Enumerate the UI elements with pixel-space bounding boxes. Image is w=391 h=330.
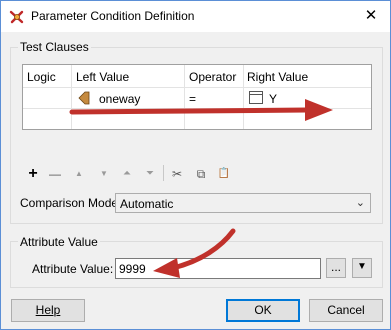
dialog-window: Parameter Condition Definition ✕ Test Cl… bbox=[0, 0, 391, 330]
remove-clause-icon[interactable]: — bbox=[47, 167, 63, 181]
ok-button[interactable]: OK bbox=[226, 299, 300, 322]
move-down-icon[interactable]: ▼ bbox=[96, 167, 112, 181]
annotation-arrow-down bbox=[153, 228, 236, 278]
ellipsis-button[interactable]: ... bbox=[326, 258, 346, 278]
comparison-mode-select[interactable]: Automatic ⌄ bbox=[115, 193, 371, 213]
help-button[interactable]: Help bbox=[11, 299, 85, 322]
annotation-arrow-right bbox=[69, 99, 333, 121]
cut-icon[interactable]: ✂ bbox=[169, 167, 185, 181]
window-title: Parameter Condition Definition bbox=[31, 9, 195, 23]
comparison-mode-label: Comparison Mode: bbox=[20, 196, 122, 210]
column-header-right-value[interactable]: Right Value bbox=[247, 70, 308, 84]
attribute-value-label: Attribute Value: bbox=[32, 262, 114, 276]
move-top-icon[interactable]: ⏶ bbox=[119, 167, 135, 181]
column-header-logic[interactable]: Logic bbox=[27, 70, 56, 84]
comparison-mode-value: Automatic bbox=[120, 197, 174, 211]
column-header-operator[interactable]: Operator bbox=[189, 70, 236, 84]
chevron-down-icon: ⌄ bbox=[355, 197, 365, 209]
toolbar-separator bbox=[163, 165, 164, 181]
column-header-left-value[interactable]: Left Value bbox=[76, 70, 129, 84]
copy-icon[interactable]: ⧉ bbox=[193, 167, 209, 181]
header-divider bbox=[23, 87, 371, 88]
fme-app-icon bbox=[9, 10, 24, 24]
cancel-button[interactable]: Cancel bbox=[309, 299, 383, 322]
move-bottom-icon[interactable]: ⏷ bbox=[142, 167, 158, 181]
move-up-icon[interactable]: ▲ bbox=[71, 167, 87, 181]
close-button[interactable]: ✕ bbox=[358, 5, 384, 27]
attribute-value-group-label: Attribute Value bbox=[18, 235, 100, 249]
paste-icon[interactable]: 📋 bbox=[216, 167, 232, 181]
add-clause-icon[interactable]: + bbox=[25, 166, 41, 182]
help-button-label: Help bbox=[35, 303, 61, 317]
test-clauses-group-label: Test Clauses bbox=[18, 40, 91, 54]
title-bar: Parameter Condition Definition ✕ bbox=[1, 1, 390, 32]
value-options-dropdown-button[interactable]: ▼ bbox=[352, 258, 372, 278]
